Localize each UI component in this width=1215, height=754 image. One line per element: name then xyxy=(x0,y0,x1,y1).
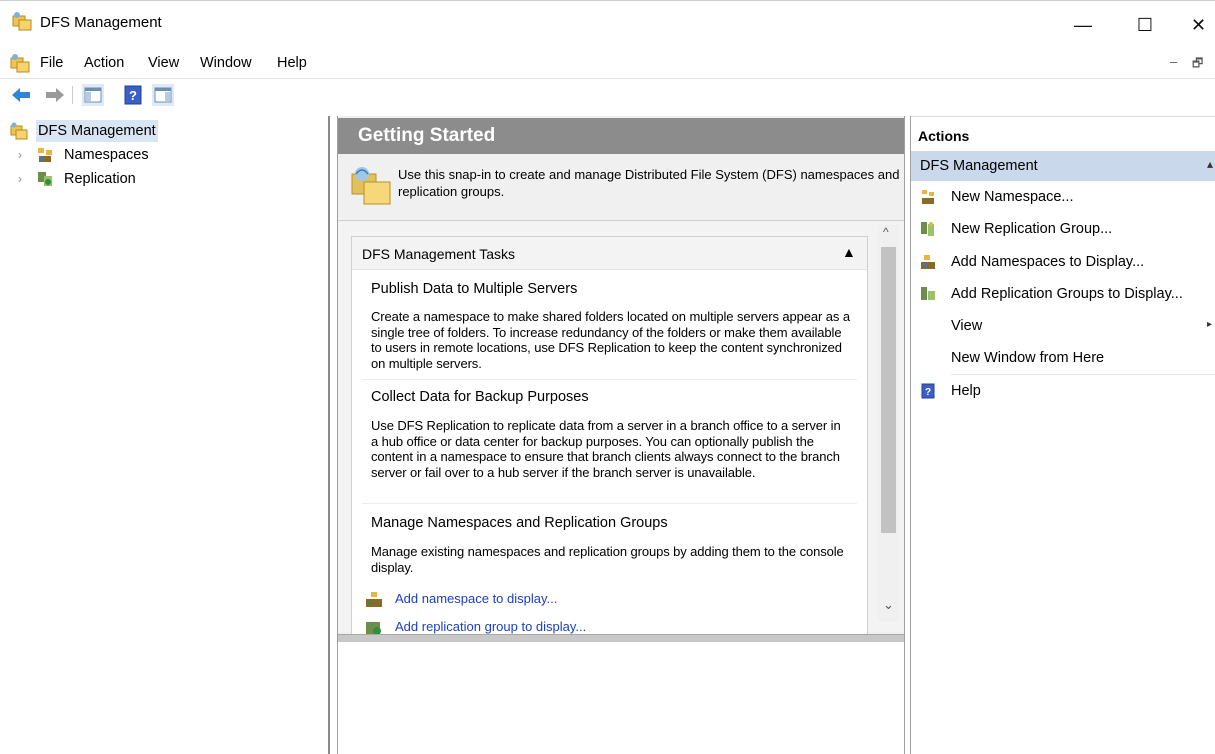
pane-splitter[interactable] xyxy=(338,634,904,642)
menu-divider xyxy=(0,78,1215,79)
show-hide-console-tree-icon[interactable] xyxy=(82,84,104,106)
menu-window[interactable]: Window xyxy=(200,55,252,71)
dfs-management-tasks-panel: DFS Management Tasks ▲ Publish Data to M… xyxy=(351,236,868,650)
action-view[interactable]: View ▸ xyxy=(911,311,1215,343)
section-title-publish: Publish Data to Multiple Servers xyxy=(371,281,578,297)
actions-pane: Actions DFS Management ▴ New Namespace..… xyxy=(910,116,1215,754)
section-text-manage: Manage existing namespaces and replicati… xyxy=(371,544,844,575)
back-arrow-icon[interactable] xyxy=(10,84,32,106)
add-namespace-icon xyxy=(365,591,383,609)
getting-started-pane: Getting Started Use this snap-in to crea… xyxy=(337,116,905,754)
expand-chevron-icon[interactable]: › xyxy=(18,144,22,166)
scroll-up-arrow[interactable]: ^ xyxy=(883,225,889,239)
tasks-title-bar[interactable]: DFS Management Tasks ▲ xyxy=(352,237,867,270)
submenu-arrow-icon: ▸ xyxy=(1207,319,1213,330)
console-tree: DFS Management › Namespaces › Replicatio… xyxy=(0,116,330,754)
intro-section: Use this snap-in to create and manage Di… xyxy=(338,154,904,221)
app-icon xyxy=(12,11,32,31)
action-new-namespace[interactable]: New Namespace... xyxy=(911,182,1215,214)
actions-divider xyxy=(951,374,1215,375)
tree-replication-label: Replication xyxy=(64,171,136,187)
mdi-restore-button[interactable]: 🗗 xyxy=(1192,54,1203,75)
replication-icon xyxy=(36,170,54,188)
add-namespace-link-row[interactable]: Add namespace to display... xyxy=(365,589,765,609)
section-text-publish: Create a namespace to make shared folder… xyxy=(371,309,850,371)
action-label: Add Replication Groups to Display... xyxy=(951,286,1183,302)
action-add-replication-groups[interactable]: Add Replication Groups to Display... xyxy=(911,279,1215,311)
section-text-backup: Use DFS Replication to replicate data fr… xyxy=(371,418,841,480)
details-area xyxy=(338,642,904,754)
svg-text:?: ? xyxy=(129,88,137,103)
show-hide-action-pane-icon[interactable] xyxy=(152,84,174,106)
action-label: New Namespace... xyxy=(951,189,1074,205)
new-replication-group-icon xyxy=(920,221,936,237)
section-divider xyxy=(362,379,857,380)
new-namespace-icon xyxy=(920,189,936,205)
getting-started-title: Getting Started xyxy=(358,125,496,146)
svg-text:?: ? xyxy=(925,387,931,398)
window-title: DFS Management xyxy=(40,14,162,31)
help-icon[interactable]: ? xyxy=(122,84,144,106)
toolbar: ? xyxy=(0,80,1215,110)
namespaces-icon xyxy=(36,146,54,164)
add-replication-group-link[interactable]: Add replication group to display... xyxy=(395,619,586,634)
add-namespaces-icon xyxy=(920,254,936,270)
action-label: New Window from Here xyxy=(951,350,1105,366)
menu-view[interactable]: View xyxy=(148,55,179,71)
tasks-scrollbar[interactable]: ^ ⌄ xyxy=(878,225,899,621)
scrollbar-thumb[interactable] xyxy=(881,247,896,533)
section-divider xyxy=(362,503,857,504)
dfs-folder-illustration-icon xyxy=(350,164,392,206)
actions-group-dfs-management[interactable]: DFS Management ▴ xyxy=(911,151,1215,181)
action-label: Add Namespaces to Display... xyxy=(951,254,1145,270)
menu-help[interactable]: Help xyxy=(277,55,307,71)
action-label: View xyxy=(951,318,983,334)
collapse-triangle-icon[interactable]: ▲ xyxy=(842,244,856,260)
minimize-button[interactable]: — xyxy=(1060,9,1106,41)
menu-bar: File Action View Window Help – 🗗 xyxy=(0,48,1215,78)
menu-action[interactable]: Action xyxy=(84,55,124,71)
close-button[interactable]: ✕ xyxy=(1182,9,1215,41)
action-new-replication-group[interactable]: New Replication Group... xyxy=(911,214,1215,246)
section-title-manage: Manage Namespaces and Replication Groups xyxy=(371,515,668,531)
tasks-title: DFS Management Tasks xyxy=(362,246,516,262)
tree-namespaces-label: Namespaces xyxy=(64,147,149,163)
tree-root-label: DFS Management xyxy=(36,120,158,142)
getting-started-header: Getting Started xyxy=(338,118,904,154)
help-icon: ? xyxy=(920,383,936,399)
actions-header: Actions xyxy=(911,116,1215,152)
add-namespace-link[interactable]: Add namespace to display... xyxy=(395,591,557,606)
dfs-management-icon xyxy=(10,122,28,140)
expand-chevron-icon[interactable]: › xyxy=(18,168,22,190)
action-add-namespaces[interactable]: Add Namespaces to Display... xyxy=(911,247,1215,279)
action-new-window[interactable]: New Window from Here xyxy=(911,343,1215,375)
scroll-down-arrow[interactable]: ⌄ xyxy=(883,597,894,613)
action-label: New Replication Group... xyxy=(951,221,1113,237)
action-help[interactable]: ? Help xyxy=(911,376,1215,408)
mdi-minimize-button[interactable]: – xyxy=(1170,54,1177,69)
maximize-button[interactable]: ☐ xyxy=(1122,9,1168,41)
forward-arrow-icon[interactable] xyxy=(44,84,66,106)
intro-text: Use this snap-in to create and manage Di… xyxy=(398,167,900,199)
section-title-backup: Collect Data for Backup Purposes xyxy=(371,389,589,405)
menu-file[interactable]: File xyxy=(40,55,63,71)
toolbar-separator xyxy=(72,86,73,104)
menu-app-icon[interactable] xyxy=(10,53,30,73)
actions-title: Actions xyxy=(918,128,970,144)
action-label: Help xyxy=(951,383,981,399)
tasks-area: DFS Management Tasks ▲ Publish Data to M… xyxy=(338,221,904,650)
title-bar: DFS Management — ☐ ✕ xyxy=(0,0,1215,47)
actions-group-label: DFS Management xyxy=(920,158,1038,174)
group-collapse-icon[interactable]: ▴ xyxy=(1207,157,1213,171)
add-replication-groups-icon xyxy=(920,286,936,302)
